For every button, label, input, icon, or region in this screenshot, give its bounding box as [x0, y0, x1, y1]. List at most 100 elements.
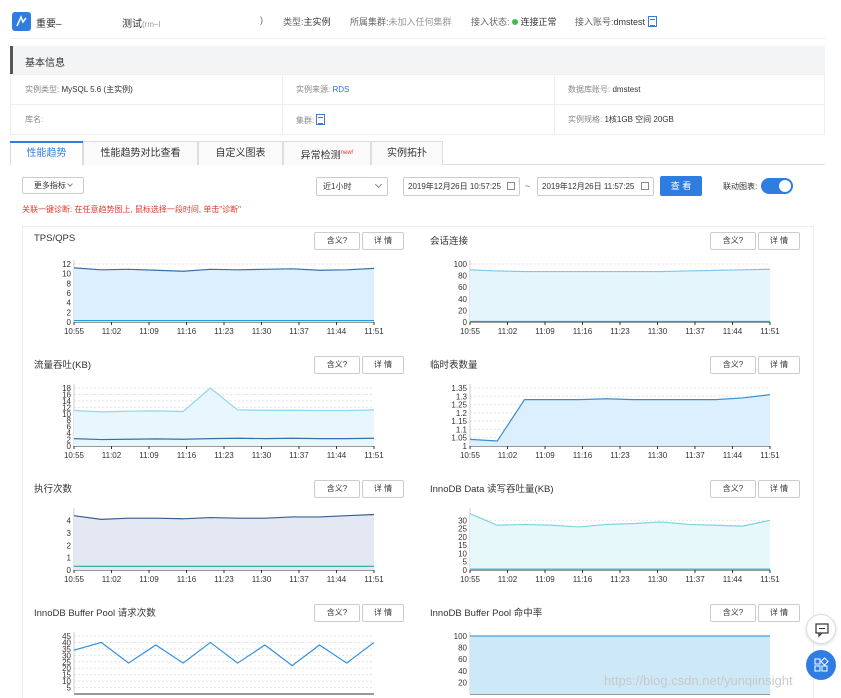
apps-icon [814, 657, 829, 672]
y-tick-label: 2 [67, 308, 72, 317]
tab-performance-trend[interactable]: 性能趋势 [10, 141, 83, 166]
x-tick-label: 11:51 [364, 451, 384, 460]
series-area [470, 394, 770, 446]
toggle-knob [779, 180, 791, 192]
field-label: 实例类型: [25, 85, 60, 94]
x-tick-label: 11:51 [364, 575, 384, 584]
y-tick-label: 4 [67, 299, 72, 308]
tab-instance-topology[interactable]: 实例拓扑 [371, 141, 443, 165]
instance-id: (rm–l [142, 20, 161, 29]
x-tick-label: 10:55 [460, 451, 481, 460]
x-tick-label: 11:30 [252, 327, 272, 336]
x-tick-label: 11:37 [289, 327, 309, 336]
field-label: 数据库账号: [568, 85, 611, 94]
y-tick-label: 2 [67, 541, 72, 550]
chart-plot[interactable]: 11.051.11.151.21.251.31.35 10:55 11:02 11:0… [418, 352, 814, 476]
series-area [74, 388, 374, 446]
field-value: dmstest [612, 85, 641, 94]
doc-icon[interactable] [316, 114, 326, 125]
chevron-down-icon [67, 181, 73, 187]
y-tick-label: 45 [62, 632, 71, 641]
instance-name-text: 测试 [122, 19, 142, 30]
chart-plot[interactable]: 0 1 2 3 4 10:55 11:02 11:09 11:16 11:23 11:30 11:37… [22, 476, 418, 600]
field-cluster: 集群: [296, 114, 326, 126]
chart-plot[interactable]: 0 20 40 60 80 100 10:55 11:02 11:09 11:16 11:23 11:… [418, 228, 814, 352]
y-tick-label: 100 [454, 260, 468, 269]
end-time-input[interactable]: 2019年12月26日 11:57:25 [537, 177, 654, 196]
linked-charts-toggle[interactable] [761, 178, 793, 194]
y-tick-label: 1.2 [456, 409, 468, 418]
divider [11, 104, 824, 105]
chart-plot[interactable]: 051015202530 10:55 11:02 11:09 11:16 11:23 11:… [418, 476, 814, 600]
chart-card: 执行次数 含义? 详 情 0 1 2 3 4 10:55 11:02 11:09 11:16 11:23… [22, 476, 418, 600]
field-label: 集群: [296, 116, 315, 125]
status-dot-icon [511, 19, 518, 25]
apps-button[interactable] [806, 650, 836, 680]
y-tick-label: 1 [67, 554, 72, 563]
field-value: MySQL 5.6 (主实例) [61, 85, 133, 94]
x-tick-label: 11:44 [327, 327, 347, 336]
x-tick-label: 11:23 [214, 451, 234, 460]
type-value: 主实例 [303, 17, 331, 27]
more-metrics-label: 更多指标 [33, 181, 66, 190]
y-tick-label: 60 [458, 283, 467, 292]
series-area [74, 267, 374, 322]
y-tick-label: 18 [62, 384, 71, 393]
type-label: 类型: [283, 17, 304, 27]
calendar-icon [507, 182, 515, 190]
x-tick-label: 11:30 [252, 575, 272, 584]
tab-custom-charts[interactable]: 自定义图表 [198, 141, 283, 165]
account-value: dmstest [613, 17, 646, 27]
field-value: 1核1GB 空间 20GB [604, 115, 674, 124]
connection-status: 接入状态: 连接正常 [471, 15, 557, 28]
y-tick-label: 20 [458, 306, 467, 315]
logo-icon [12, 12, 31, 31]
y-tick-label: 3 [67, 529, 72, 538]
x-tick-label: 11:51 [760, 451, 780, 460]
x-tick-label: 11:09 [535, 575, 555, 584]
more-metrics-button[interactable]: 更多指标 [22, 177, 84, 194]
x-tick-label: 11:37 [289, 451, 309, 460]
time-range-select[interactable]: 近1小时 [316, 177, 388, 196]
range-separator: ~ [525, 181, 531, 191]
status-label: 接入状态: [471, 17, 510, 27]
doc-icon[interactable] [647, 16, 657, 27]
chart-card: InnoDB Data 读写吞吐量(KB) 含义? 详 情 0 5 10 15 20 25 30 1… [418, 476, 814, 600]
chart-plot[interactable]: 51015202530354045 [22, 600, 418, 698]
status-value: 连接正常 [520, 17, 557, 27]
instance-name: 测试(rm–l [122, 15, 160, 30]
chat-button[interactable] [806, 614, 836, 644]
linked-charts-label: 联动图表: [723, 182, 758, 191]
x-tick-label: 11:30 [648, 327, 668, 336]
source-link[interactable]: RDS [332, 85, 349, 94]
chart-plot[interactable]: 024681012 10:55 11:02 11:09 11:16 11:23 11:30 1… [22, 228, 418, 352]
y-tick-label: 30 [458, 516, 467, 525]
tab-anomaly-detection[interactable]: 异常检测new! [283, 141, 371, 165]
x-tick-label: 11:23 [214, 327, 234, 336]
x-tick-label: 11:30 [648, 575, 668, 584]
y-tick-label: 40 [458, 295, 467, 304]
series-area [470, 269, 770, 322]
x-tick-label: 11:09 [535, 327, 555, 336]
chart-card: InnoDB Buffer Pool 请求次数 含义? 详 情 5 10 15 20 25 30… [22, 600, 418, 698]
start-time-value: 2019年12月26日 10:57:25 [408, 182, 501, 191]
start-time-input[interactable]: 2019年12月26日 10:57:25 [403, 177, 520, 196]
tab-trend-compare[interactable]: 性能趋势对比查看 [83, 141, 198, 165]
y-tick-label: 0 [67, 566, 72, 575]
x-tick-label: 11:16 [177, 327, 197, 336]
x-tick-label: 11:23 [610, 451, 630, 460]
chart-plot[interactable]: 02468101214161810:55 11:02 11:09 11:16 11:23… [22, 352, 418, 476]
series-area [470, 513, 770, 570]
view-button[interactable]: 查 看 [660, 176, 702, 196]
basic-info-title: 基本信息 [25, 58, 65, 69]
x-tick-label: 11:37 [685, 327, 705, 336]
x-tick-label: 10:55 [460, 575, 481, 584]
y-tick-label: 0 [67, 318, 72, 327]
x-tick-label: 11:44 [327, 575, 347, 584]
x-tick-label: 11:02 [498, 327, 518, 336]
y-tick-label: 10 [62, 270, 71, 279]
x-tick-label: 10:55 [64, 327, 85, 336]
x-tick-label: 11:16 [573, 451, 593, 460]
field-instance-type: 实例类型: MySQL 5.6 (主实例) [25, 84, 133, 95]
y-tick-label: 15 [458, 541, 467, 550]
